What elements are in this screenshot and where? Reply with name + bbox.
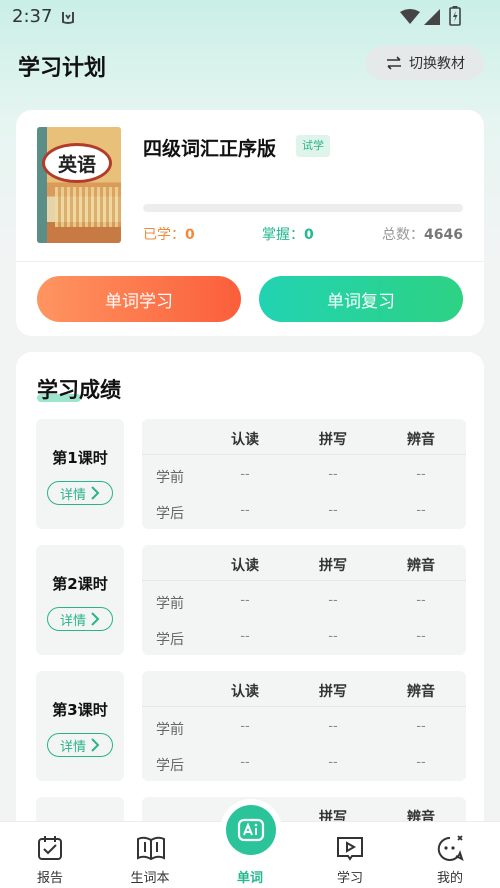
score-cell: -- xyxy=(416,719,426,734)
status-bar: 2:37 xyxy=(0,0,500,34)
score-cell: -- xyxy=(240,719,250,734)
score-cell: -- xyxy=(240,593,250,608)
learned-stat: 已学：0 xyxy=(143,227,195,243)
ai-word-icon xyxy=(237,818,265,842)
trial-badge: 试学 xyxy=(296,135,330,157)
detail-label: 详情 xyxy=(59,487,86,503)
nav-label-profile: 我的 xyxy=(436,871,463,886)
chevron-right-icon xyxy=(91,612,100,626)
profile-chat-icon xyxy=(437,835,464,861)
score-table-header: 认读 拼写 辨音 xyxy=(142,671,466,707)
nav-item-vocab-book[interactable]: 生词本 xyxy=(100,822,200,888)
score-cell: -- xyxy=(416,503,426,518)
lesson-info-box: 第1课时详情 xyxy=(36,419,124,529)
results-title: 学习成绩 xyxy=(37,378,121,402)
total-value: 4646 xyxy=(424,227,463,243)
book-card: 英语 四级词汇正序版 试学 已学：0 掌握：0 总数：4646 单词学习 单词复… xyxy=(16,110,484,336)
column-header: 认读 xyxy=(231,684,259,700)
lesson-detail-button[interactable]: 详情 xyxy=(47,481,113,505)
row-label: 学后 xyxy=(156,506,184,522)
ai-word-button[interactable] xyxy=(226,805,276,855)
score-cell: -- xyxy=(416,629,426,644)
row-label: 学前 xyxy=(156,596,184,612)
switch-textbook-label: 切换教材 xyxy=(409,56,465,72)
row-label: 学后 xyxy=(156,758,184,774)
score-table-header: 认读 拼写 辨音 xyxy=(142,545,466,581)
nav-label-word: 单词 xyxy=(236,871,263,886)
score-table: 认读 拼写 辨音学前 -- -- -- 学后 -- -- -- xyxy=(142,419,466,529)
lesson-block: 第3课时详情 认读 拼写 辨音学前 -- -- -- 学后 -- -- -- xyxy=(36,671,466,781)
column-header: 认读 xyxy=(231,432,259,448)
score-table: 认读 拼写 辨音学前 -- -- -- 学后 -- -- -- xyxy=(142,671,466,781)
detail-label: 详情 xyxy=(59,613,86,629)
wifi-icon xyxy=(400,9,420,24)
book-title: 四级词汇正序版 xyxy=(143,138,277,160)
nav-item-report[interactable]: 报告 xyxy=(0,822,100,888)
lesson-detail-button[interactable]: 详情 xyxy=(47,733,113,757)
score-cell: -- xyxy=(416,467,426,482)
row-label: 学前 xyxy=(156,722,184,738)
lesson-name: 第3课时 xyxy=(52,701,108,719)
score-cell: -- xyxy=(240,629,250,644)
sync-icon xyxy=(62,12,74,24)
mastered-stat: 掌握：0 xyxy=(262,227,314,243)
lesson-name: 第1课时 xyxy=(52,449,108,467)
lesson-name: 第2课时 xyxy=(52,575,108,593)
score-cell: -- xyxy=(328,755,338,770)
lesson-block: 第1课时详情 认读 拼写 辨音学前 -- -- -- 学后 -- -- -- xyxy=(36,419,466,529)
results-card: 学习成绩 第1课时 详情 认读 拼写 辨音 学前 -- -- -- 学后 -- -- -- 第2课时 详情认… xyxy=(16,352,484,872)
report-icon xyxy=(38,836,62,860)
learned-value: 0 xyxy=(185,227,195,243)
nav-item-profile[interactable]: 我的 xyxy=(400,822,500,888)
score-cell: -- xyxy=(328,467,338,482)
chevron-right-icon xyxy=(91,738,100,752)
book-cover-label: 英语 xyxy=(42,143,112,183)
score-cell: -- xyxy=(328,593,338,608)
score-cell: -- xyxy=(240,467,250,482)
score-cell: -- xyxy=(328,629,338,644)
lesson-block: 第2课时详情 认读 拼写 辨音学前 -- -- -- 学后 -- -- -- xyxy=(36,545,466,655)
word-review-button[interactable]: 单词复习 xyxy=(259,276,463,322)
book-cover[interactable]: 英语 xyxy=(37,127,121,243)
score-cell: -- xyxy=(416,593,426,608)
column-header: 辨音 xyxy=(407,558,435,574)
column-header: 拼写 xyxy=(319,432,347,448)
signal-icon xyxy=(424,9,440,25)
nav-label-report: 报告 xyxy=(36,871,63,886)
column-header: 辨音 xyxy=(407,432,435,448)
switch-textbook-button[interactable]: 切换教材 xyxy=(366,46,484,80)
page-title: 学习计划 xyxy=(18,56,107,81)
score-cell: -- xyxy=(416,755,426,770)
row-label: 学后 xyxy=(156,632,184,648)
study-video-icon xyxy=(337,837,363,861)
lesson-info-box: 第2课时详情 xyxy=(36,545,124,655)
score-cell: -- xyxy=(240,503,250,518)
row-label: 学前 xyxy=(156,470,184,486)
swap-icon xyxy=(387,56,401,70)
lesson-info-box: 第3课时详情 xyxy=(36,671,124,781)
battery-icon xyxy=(449,6,461,26)
nav-item-study[interactable]: 学习 xyxy=(300,822,400,888)
status-time: 2:37 xyxy=(12,6,53,27)
vocab-book-icon xyxy=(137,836,165,861)
mastered-value: 0 xyxy=(304,227,314,243)
nav-label-study: 学习 xyxy=(336,871,363,886)
column-header: 拼写 xyxy=(319,558,347,574)
score-table-header: 认读 拼写 辨音 xyxy=(142,419,466,455)
chevron-right-icon xyxy=(91,486,100,500)
score-cell: -- xyxy=(328,503,338,518)
score-cell: -- xyxy=(328,719,338,734)
score-table: 认读 拼写 辨音学前 -- -- -- 学后 -- -- -- xyxy=(142,545,466,655)
column-header: 拼写 xyxy=(319,684,347,700)
lesson-detail-button[interactable]: 详情 xyxy=(47,607,113,631)
word-learn-button[interactable]: 单词学习 xyxy=(37,276,241,322)
total-stat: 总数：4646 xyxy=(382,227,463,243)
column-header: 认读 xyxy=(231,558,259,574)
detail-label: 详情 xyxy=(59,739,86,755)
score-cell: -- xyxy=(240,755,250,770)
divider xyxy=(16,261,484,262)
nav-label-vocab-book: 生词本 xyxy=(130,871,170,886)
progress-bar xyxy=(143,204,463,212)
column-header: 辨音 xyxy=(407,684,435,700)
